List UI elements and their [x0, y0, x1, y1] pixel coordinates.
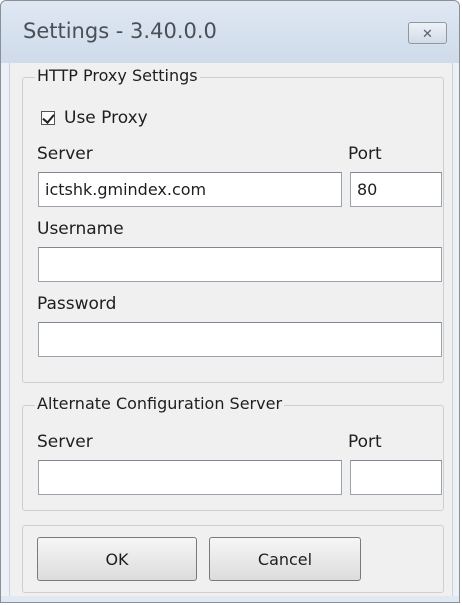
http-proxy-group-title: HTTP Proxy Settings	[35, 66, 200, 85]
alternate-config-group: Alternate Configuration Server Server Po…	[22, 394, 444, 511]
alternate-server-label: Server	[37, 432, 93, 452]
server-input[interactable]	[38, 172, 342, 207]
password-label: Password	[37, 294, 117, 314]
window-title: Settings - 3.40.0.0	[23, 19, 217, 43]
alternate-config-group-title: Alternate Configuration Server	[35, 394, 285, 413]
http-proxy-group: HTTP Proxy Settings Use Proxy Server Por…	[22, 66, 444, 383]
checkmark-icon	[42, 111, 55, 124]
alternate-server-input[interactable]	[38, 460, 342, 495]
alternate-port-label: Port	[348, 432, 382, 452]
ok-button[interactable]: OK	[37, 537, 197, 581]
dialog-body: HTTP Proxy Settings Use Proxy Server Por…	[9, 63, 453, 596]
username-label: Username	[37, 219, 124, 239]
use-proxy-label: Use Proxy	[64, 108, 148, 128]
port-input[interactable]	[350, 172, 442, 207]
username-input[interactable]	[38, 247, 442, 282]
close-button[interactable]: ✕	[408, 22, 447, 44]
server-label: Server	[37, 144, 93, 164]
port-label: Port	[348, 144, 382, 164]
password-input[interactable]	[38, 322, 442, 357]
use-proxy-checkbox[interactable]	[41, 111, 55, 125]
window-bottom-border	[1, 596, 459, 602]
button-row: OK Cancel	[22, 525, 444, 593]
title-bar[interactable]: Settings - 3.40.0.0 ✕	[1, 1, 459, 63]
use-proxy-option[interactable]: Use Proxy	[41, 108, 148, 128]
close-icon: ✕	[422, 27, 433, 42]
alternate-port-input[interactable]	[350, 460, 442, 495]
settings-window: Settings - 3.40.0.0 ✕ HTTP Proxy Setting…	[0, 0, 460, 603]
cancel-button[interactable]: Cancel	[209, 537, 361, 581]
